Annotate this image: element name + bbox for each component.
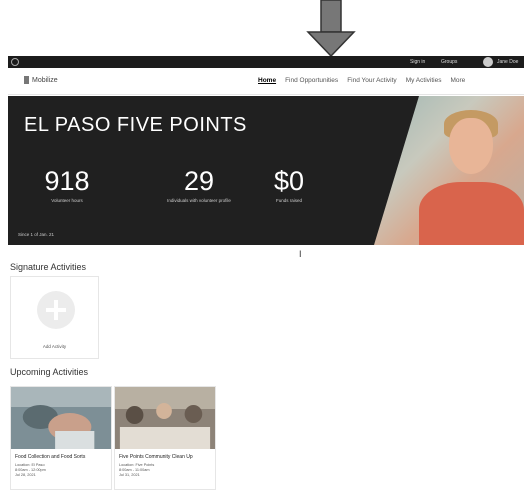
stat-value: $0 bbox=[273, 166, 305, 196]
add-activity-card[interactable]: Add Activity bbox=[10, 276, 99, 359]
user-name[interactable]: Jane Doe bbox=[497, 59, 518, 65]
activity-photo bbox=[11, 387, 111, 449]
groups-link[interactable]: Groups bbox=[441, 59, 457, 65]
nav-item-find-your-activity[interactable]: Find Your Activity bbox=[347, 77, 397, 84]
nav-item-find-opportunities[interactable]: Find Opportunities bbox=[285, 77, 338, 84]
activity-meta: Location: El Paso bbox=[15, 463, 45, 467]
text-cursor-icon: I bbox=[299, 249, 302, 259]
brand-logo-icon bbox=[24, 76, 29, 84]
stat-individuals: 29 Individuals with volunteer profile bbox=[144, 166, 254, 203]
annotation-arrow-icon bbox=[306, 0, 356, 56]
upcoming-activities-title: Upcoming Activities bbox=[10, 367, 89, 377]
activity-meta: 8:00am - 12:00pm bbox=[15, 468, 46, 472]
activity-meta: Jul 28, 2021 bbox=[15, 473, 36, 477]
activity-meta: 8:00am - 11:00am bbox=[119, 468, 150, 472]
org-logo-icon bbox=[11, 58, 19, 66]
activity-title: Food Collection and Food Sorts bbox=[15, 454, 86, 460]
stat-volunteer-hours: 918 Volunteer hours bbox=[22, 166, 112, 203]
add-activity-label: Add Activity bbox=[42, 344, 67, 349]
activity-meta: Jul 31, 2021 bbox=[119, 473, 140, 477]
activity-card[interactable]: Five Points Community Clean Up Location:… bbox=[114, 386, 216, 490]
hero-photo bbox=[374, 96, 524, 245]
nav-item-home[interactable]: Home bbox=[258, 77, 276, 84]
stat-value: 29 bbox=[183, 166, 215, 196]
hero-footnote: Since 1 of Jan. 21 bbox=[18, 232, 55, 237]
stat-label: Funds raised bbox=[275, 198, 302, 203]
nav-item-my-activities[interactable]: My Activities bbox=[406, 77, 442, 84]
nav-item-more[interactable]: More bbox=[450, 77, 465, 84]
brand[interactable]: Mobilize bbox=[24, 76, 58, 84]
stat-funds: $0 Funds raised bbox=[244, 166, 334, 203]
signature-activities-title: Signature Activities bbox=[10, 262, 87, 272]
stat-label: Individuals with volunteer profile bbox=[167, 198, 231, 203]
brand-name: Mobilize bbox=[32, 76, 58, 84]
stat-label: Volunteer hours bbox=[51, 198, 83, 203]
hero-banner: EL PASO FIVE POINTS 918 Volunteer hours … bbox=[8, 96, 524, 245]
activity-title: Five Points Community Clean Up bbox=[119, 454, 193, 460]
main-nav: Mobilize Home Find Opportunities Find Yo… bbox=[8, 68, 524, 95]
top-bar: Sign in Groups Jane Doe bbox=[8, 56, 524, 68]
activity-card[interactable]: Food Collection and Food Sorts Location:… bbox=[10, 386, 112, 490]
activity-meta: Location: Five Points bbox=[119, 463, 155, 467]
stat-value: 918 bbox=[44, 166, 90, 196]
plus-icon bbox=[37, 291, 75, 329]
activity-photo bbox=[115, 387, 215, 449]
sign-in-link[interactable]: Sign in bbox=[410, 59, 425, 65]
avatar[interactable] bbox=[483, 57, 493, 67]
page-title: EL PASO FIVE POINTS bbox=[24, 114, 247, 136]
